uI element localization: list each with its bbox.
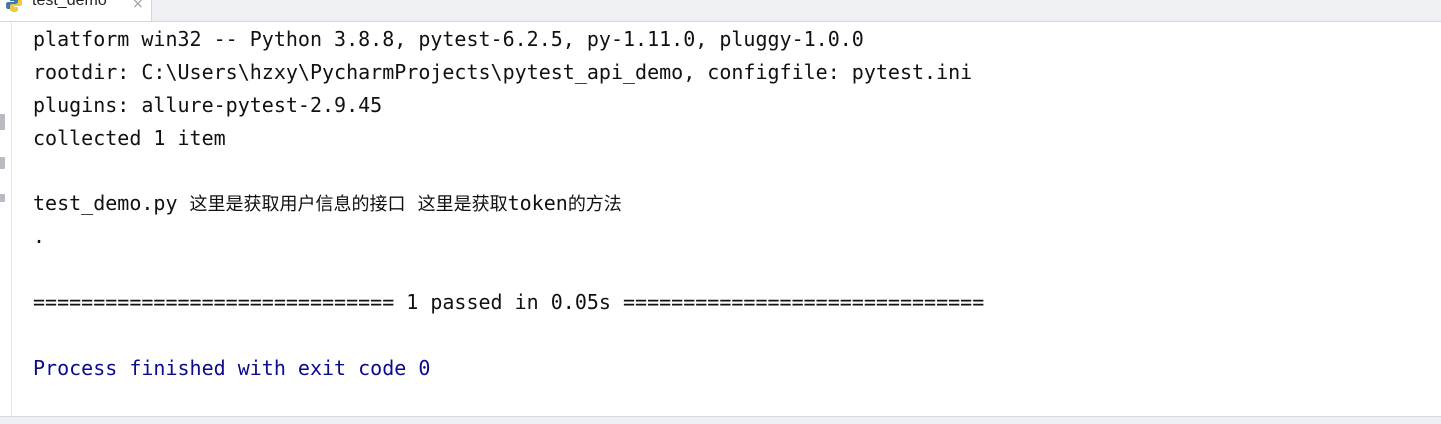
bottom-scroll-area[interactable] [0, 416, 1441, 424]
progress-dot: . [33, 224, 46, 248]
close-icon[interactable]: × [132, 0, 144, 14]
run-console-window: test_demo × platform win32 -- Python 3.8… [0, 0, 1441, 424]
test-message-2-token: token [507, 191, 568, 215]
tab-test-demo[interactable]: test_demo × [0, 0, 152, 21]
test-message-2-prefix: 这里是获取 [417, 194, 508, 215]
gutter-marker [0, 157, 5, 169]
test-result-line: test_demo.py 这里是获取用户信息的接口 这里是获取token的方法 [33, 191, 622, 217]
test-message-1: 这里是获取用户信息的接口 [189, 194, 406, 215]
tab-label: test_demo [32, 0, 107, 9]
exit-code-line: Process finished with exit code 0 [33, 356, 431, 380]
summary-line: ============================== 1 passed … [33, 290, 985, 314]
collected-line: collected 1 item [33, 126, 226, 150]
plugins-line: plugins: allure-pytest-2.9.45 [33, 93, 383, 117]
platform-line: platform win32 -- Python 3.8.8, pytest-6… [33, 27, 864, 51]
run-tab-bar: test_demo × [0, 0, 1441, 22]
rootdir-line: rootdir: C:\Users\hzxy\PycharmProjects\p… [33, 60, 973, 84]
test-message-2-suffix: 的方法 [567, 194, 622, 215]
gutter-marker [0, 114, 5, 130]
test-file-name: test_demo.py [33, 191, 178, 215]
python-file-icon [6, 0, 22, 12]
gutter-marker [0, 194, 5, 202]
left-gutter [0, 22, 12, 416]
